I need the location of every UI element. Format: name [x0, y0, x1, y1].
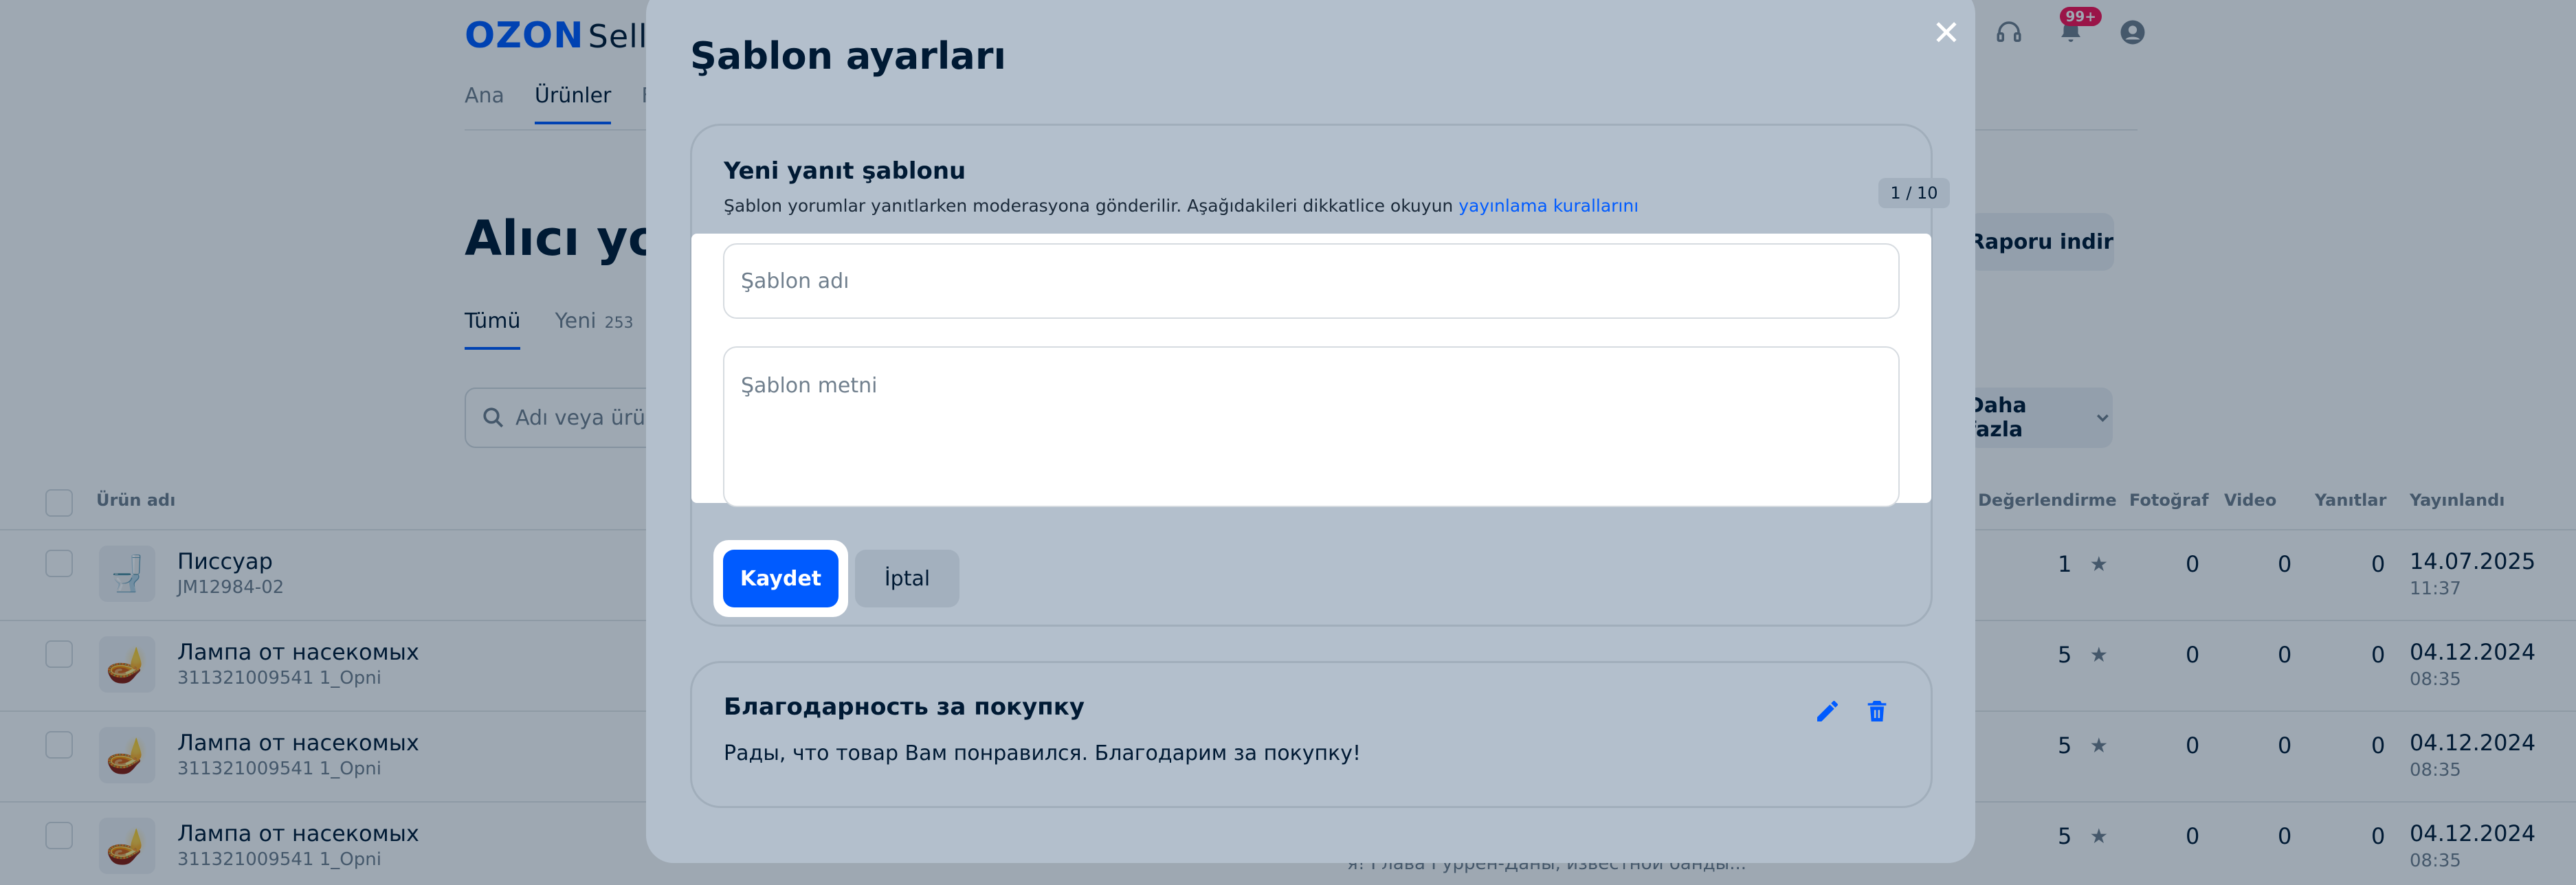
modal-title: Şablon ayarları: [690, 34, 1006, 78]
saved-template-body: Рады, что товар Вам понравился. Благодар…: [724, 741, 1361, 765]
save-button[interactable]: Kaydet: [723, 550, 839, 607]
template-settings-modal: ✕ Şablon ayarları Yeni yanıt şablonu Şab…: [646, 0, 1975, 863]
trash-icon[interactable]: [1863, 697, 1891, 725]
close-icon[interactable]: ✕: [1927, 13, 1966, 53]
new-template-description: Şablon yorumlar yanıtlarken moderasyona …: [724, 196, 1639, 216]
edit-icon[interactable]: [1814, 697, 1841, 725]
template-text-input[interactable]: [723, 346, 1900, 507]
publishing-rules-link[interactable]: yayınlama kurallarını: [1458, 196, 1639, 216]
new-template-title: Yeni yanıt şablonu: [724, 157, 966, 185]
saved-template-title: Благодарность за покупку: [724, 693, 1085, 721]
template-form: [691, 234, 1931, 507]
cancel-button[interactable]: İptal: [855, 550, 959, 607]
saved-template-card: Благодарность за покупку Рады, что товар…: [690, 661, 1933, 808]
template-name-input[interactable]: [723, 243, 1900, 319]
template-counter: 1 / 10: [1878, 178, 1950, 208]
